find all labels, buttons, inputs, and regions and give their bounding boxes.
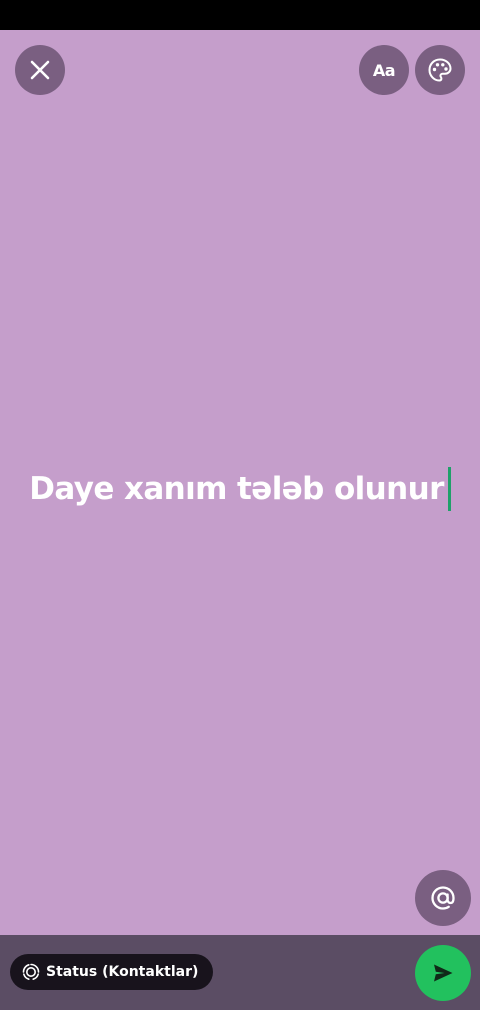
close-button[interactable] [15,45,65,95]
system-status-bar [0,0,480,30]
status-text-editor[interactable]: Daye xanım tələb olunur [0,464,480,514]
at-sign-icon [429,884,457,912]
palette-icon [427,57,453,83]
font-style-button[interactable]: Aa [359,45,409,95]
close-icon [29,59,51,81]
status-privacy-button[interactable]: Status (Kontaktlar) [10,954,214,990]
font-style-label: Aa [372,60,396,80]
status-privacy-label: Status (Kontaktlar) [46,964,199,980]
text-caret [447,467,451,511]
mention-button[interactable] [415,870,471,926]
send-icon [431,961,455,985]
send-button[interactable] [415,945,471,1001]
status-ring-icon [22,963,40,981]
status-text: Daye xanım tələb olunur [29,471,444,507]
background-color-button[interactable] [415,45,465,95]
bottom-bar: Status (Kontaktlar) [0,935,480,1010]
